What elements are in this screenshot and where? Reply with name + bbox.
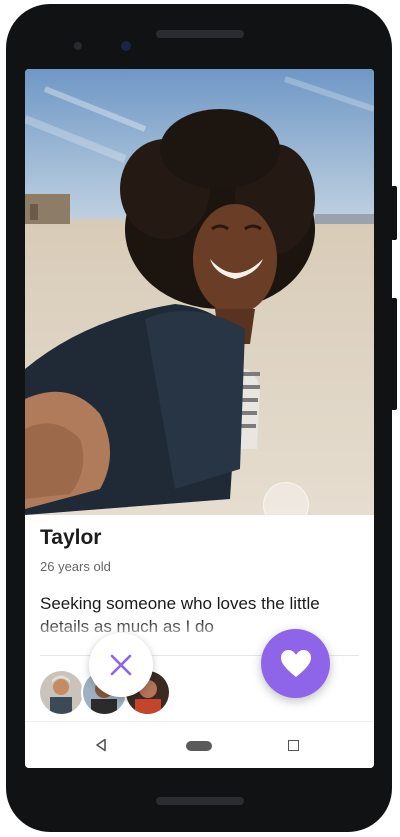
power-button — [391, 186, 397, 240]
profile-name: Taylor — [40, 526, 102, 549]
heart-icon — [280, 649, 311, 677]
back-icon[interactable] — [95, 738, 107, 752]
system-nav-bar — [25, 721, 374, 768]
front-sensor — [74, 42, 82, 50]
reject-button[interactable] — [89, 633, 153, 697]
avatar-image — [40, 671, 83, 714]
like-button[interactable] — [261, 629, 330, 698]
bottom-speaker — [156, 797, 244, 805]
profile-photo[interactable] — [25, 69, 374, 515]
volume-button — [391, 298, 397, 410]
app-screen: Taylor 26 years old Seeking someone who … — [25, 69, 374, 768]
avatar[interactable] — [38, 669, 85, 716]
front-camera — [121, 41, 131, 51]
top-speaker — [156, 30, 244, 38]
recents-icon[interactable] — [288, 740, 299, 751]
close-icon — [110, 654, 132, 676]
profile-age: 26 years old — [40, 559, 111, 574]
home-icon[interactable] — [186, 741, 212, 751]
